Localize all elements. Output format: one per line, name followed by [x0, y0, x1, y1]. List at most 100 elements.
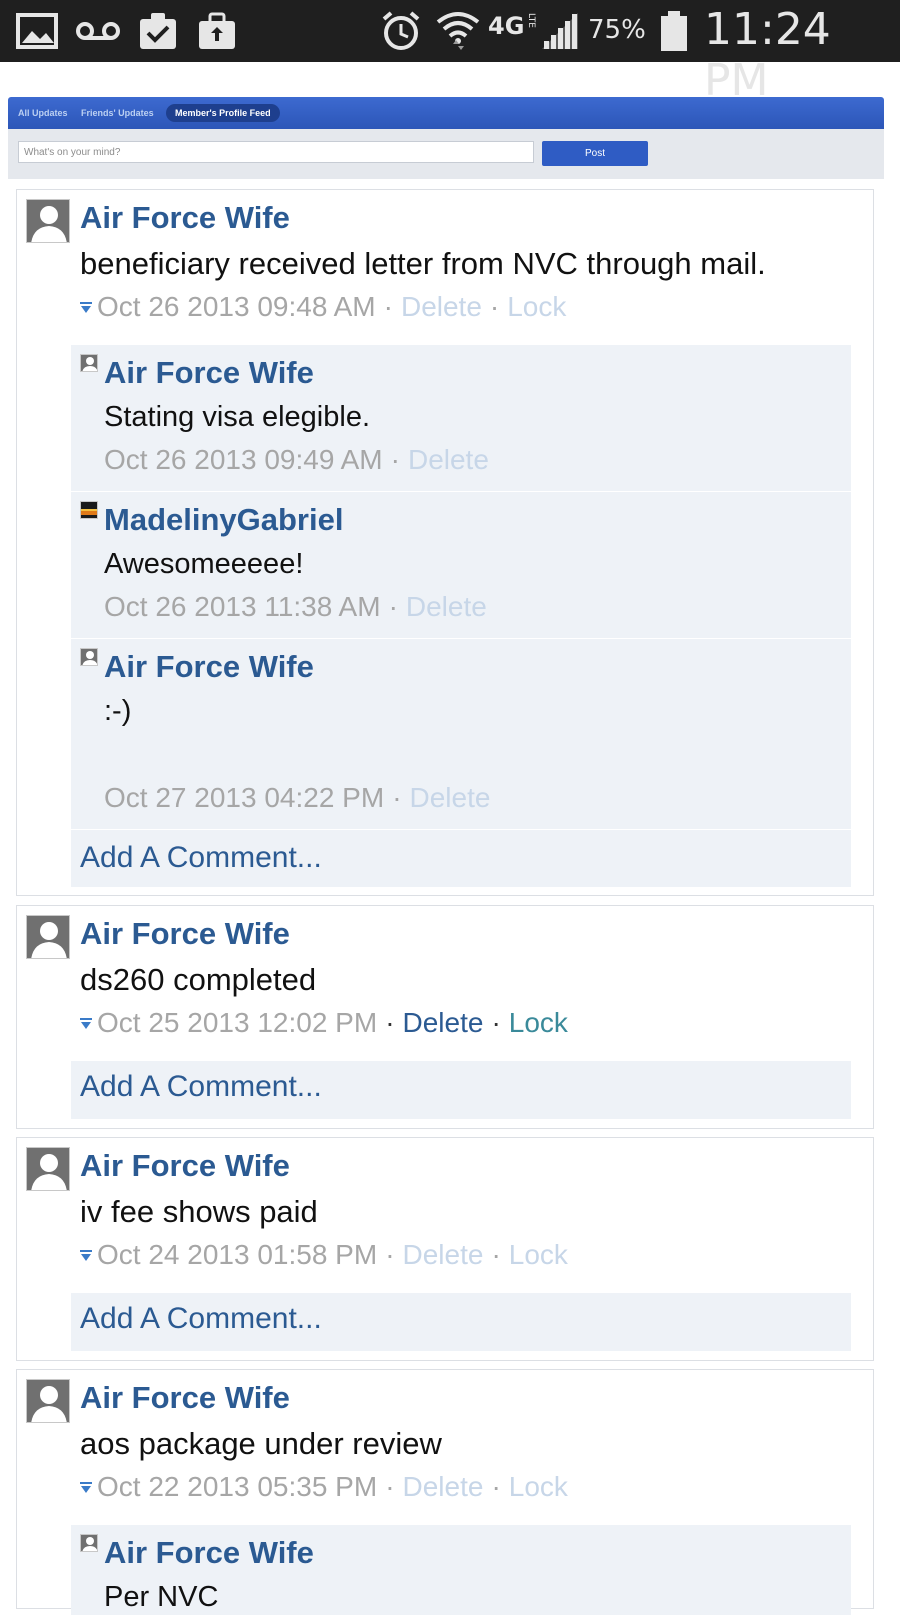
add-comment-row: Add A Comment...: [71, 830, 851, 888]
gallery-icon: [16, 10, 60, 52]
status-bar: 4G LTE 75% 11:24 PM: [0, 0, 900, 106]
tab-all-updates[interactable]: All Updates: [18, 104, 68, 122]
separator-dot: ·: [388, 591, 398, 622]
delete-link[interactable]: Delete: [403, 1007, 484, 1039]
dropdown-arrow-icon[interactable]: [79, 1248, 93, 1262]
clipboard-check-icon: [138, 10, 180, 52]
comment: MadelinyGabriel Awesomeeeee! Oct 26 2013…: [71, 492, 851, 639]
feed-post: Air Force Wife beneficiary received lett…: [16, 189, 874, 896]
comment-timestamp: Oct 27 2013 04:22 PM: [104, 782, 385, 813]
comment-delete-link[interactable]: Delete: [406, 591, 487, 622]
avatar[interactable]: [26, 915, 70, 959]
post-author[interactable]: Air Force Wife: [80, 916, 290, 952]
post-meta: Oct 26 2013 09:48 AM · Delete · Lock: [79, 291, 566, 323]
comment-avatar[interactable]: [80, 354, 98, 372]
avatar[interactable]: [26, 1379, 70, 1423]
dropdown-arrow-icon[interactable]: [79, 1016, 93, 1030]
status-composer: Post: [8, 129, 884, 179]
comment-timestamp: Oct 26 2013 09:49 AM: [104, 444, 383, 475]
post-meta: Oct 22 2013 05:35 PM · Delete · Lock: [79, 1471, 568, 1503]
voicemail-icon: [76, 10, 120, 52]
add-comment-link[interactable]: Add A Comment...: [80, 1302, 322, 1336]
comment-timestamp: Oct 26 2013 11:38 AM: [104, 591, 381, 622]
comment-author[interactable]: Air Force Wife: [104, 1535, 314, 1571]
comment-meta: Oct 26 2013 11:38 AM · Delete: [104, 591, 487, 623]
separator-dot: ·: [390, 444, 400, 475]
separator-dot: ·: [385, 1239, 395, 1270]
comment-avatar[interactable]: [80, 1534, 98, 1552]
comment-thread: Air Force Wife Stating visa elegible. Oc…: [71, 345, 851, 887]
separator-dot: ·: [385, 1471, 395, 1502]
post-text: aos package under review: [80, 1426, 442, 1461]
add-comment-link[interactable]: Add A Comment...: [80, 841, 322, 875]
comment-avatar[interactable]: [80, 648, 98, 666]
comment-text: :-): [104, 695, 132, 727]
separator-dot: ·: [383, 291, 393, 322]
post-text: iv fee shows paid: [80, 1194, 318, 1229]
post-timestamp: Oct 24 2013 01:58 PM: [97, 1239, 378, 1270]
wifi-icon: [436, 10, 480, 52]
separator-dot: ·: [491, 1239, 501, 1270]
comment-text: Stating visa elegible.: [104, 401, 370, 433]
battery-percent: 75%: [588, 15, 646, 45]
signal-icon: [540, 10, 580, 52]
feed-post: Air Force Wife aos package under review …: [16, 1369, 874, 1615]
comment-thread: Add A Comment...: [71, 1061, 851, 1119]
post-text: beneficiary received letter from NVC thr…: [80, 246, 766, 281]
comment-meta: Oct 26 2013 09:49 AM · Delete: [104, 444, 489, 476]
lock-link[interactable]: Lock: [507, 291, 566, 323]
post-text: ds260 completed: [80, 962, 317, 997]
comment: Air Force Wife Stating visa elegible. Oc…: [71, 345, 851, 492]
tab-friends-updates[interactable]: Friends' Updates: [81, 104, 154, 122]
network-sub: LTE: [526, 13, 536, 28]
post-author[interactable]: Air Force Wife: [80, 200, 290, 236]
comment-author[interactable]: Air Force Wife: [104, 649, 314, 685]
comment-meta: Oct 27 2013 04:22 PM · Delete: [104, 782, 490, 814]
post-author[interactable]: Air Force Wife: [80, 1148, 290, 1184]
delete-link[interactable]: Delete: [403, 1471, 484, 1503]
comment-author[interactable]: Air Force Wife: [104, 355, 314, 391]
comment-author[interactable]: MadelinyGabriel: [104, 502, 343, 538]
comment-thread: Air Force Wife Per NVC: [71, 1525, 851, 1615]
comment-thread: Add A Comment...: [71, 1293, 851, 1351]
post-author[interactable]: Air Force Wife: [80, 1380, 290, 1416]
network-type: 4G: [488, 12, 525, 40]
separator-dot: ·: [385, 1007, 395, 1038]
avatar[interactable]: [26, 199, 70, 243]
avatar[interactable]: [26, 1147, 70, 1191]
post-button[interactable]: Post: [542, 141, 648, 166]
separator-dot: ·: [491, 1007, 501, 1038]
clock: 11:24 PM: [704, 4, 831, 106]
separator-dot: ·: [491, 1471, 501, 1502]
add-comment-link[interactable]: Add A Comment...: [80, 1070, 322, 1104]
post-timestamp: Oct 25 2013 12:02 PM: [97, 1007, 378, 1038]
briefcase-upload-icon: [197, 10, 239, 52]
comment-delete-link[interactable]: Delete: [408, 444, 489, 475]
comment-delete-link[interactable]: Delete: [410, 782, 491, 813]
feed-tab-bar: All Updates Friends' Updates Member's Pr…: [8, 97, 884, 129]
delete-link[interactable]: Delete: [403, 1239, 484, 1271]
lock-link[interactable]: Lock: [509, 1007, 568, 1039]
feed-post: Air Force Wife iv fee shows paid Oct 24 …: [16, 1137, 874, 1361]
comment: Air Force Wife :-) Oct 27 2013 04:22 PM ·…: [71, 639, 851, 830]
alarm-icon: [380, 10, 422, 52]
comment-avatar[interactable]: [80, 501, 98, 519]
comment-text: Per NVC: [104, 1581, 219, 1613]
feed-post: Air Force Wife ds260 completed Oct 25 20…: [16, 905, 874, 1129]
lock-link[interactable]: Lock: [509, 1471, 568, 1503]
battery-icon: [660, 10, 688, 52]
separator-dot: ·: [489, 291, 500, 322]
separator-dot: ·: [392, 782, 402, 813]
lock-link[interactable]: Lock: [509, 1239, 568, 1271]
post-meta: Oct 25 2013 12:02 PM · Delete · Lock: [79, 1007, 568, 1039]
delete-link[interactable]: Delete: [401, 291, 482, 323]
post-timestamp: Oct 22 2013 05:35 PM: [97, 1471, 378, 1502]
dropdown-arrow-icon[interactable]: [79, 1480, 93, 1494]
post-timestamp: Oct 26 2013 09:48 AM: [97, 291, 376, 322]
status-input[interactable]: [18, 141, 534, 163]
comment: Air Force Wife Per NVC: [71, 1525, 851, 1615]
tab-members-profile-feed[interactable]: Member's Profile Feed: [166, 104, 280, 122]
dropdown-arrow-icon[interactable]: [79, 300, 93, 314]
post-meta: Oct 24 2013 01:58 PM · Delete · Lock: [79, 1239, 568, 1271]
comment-text: Awesomeeeee!: [104, 548, 304, 580]
